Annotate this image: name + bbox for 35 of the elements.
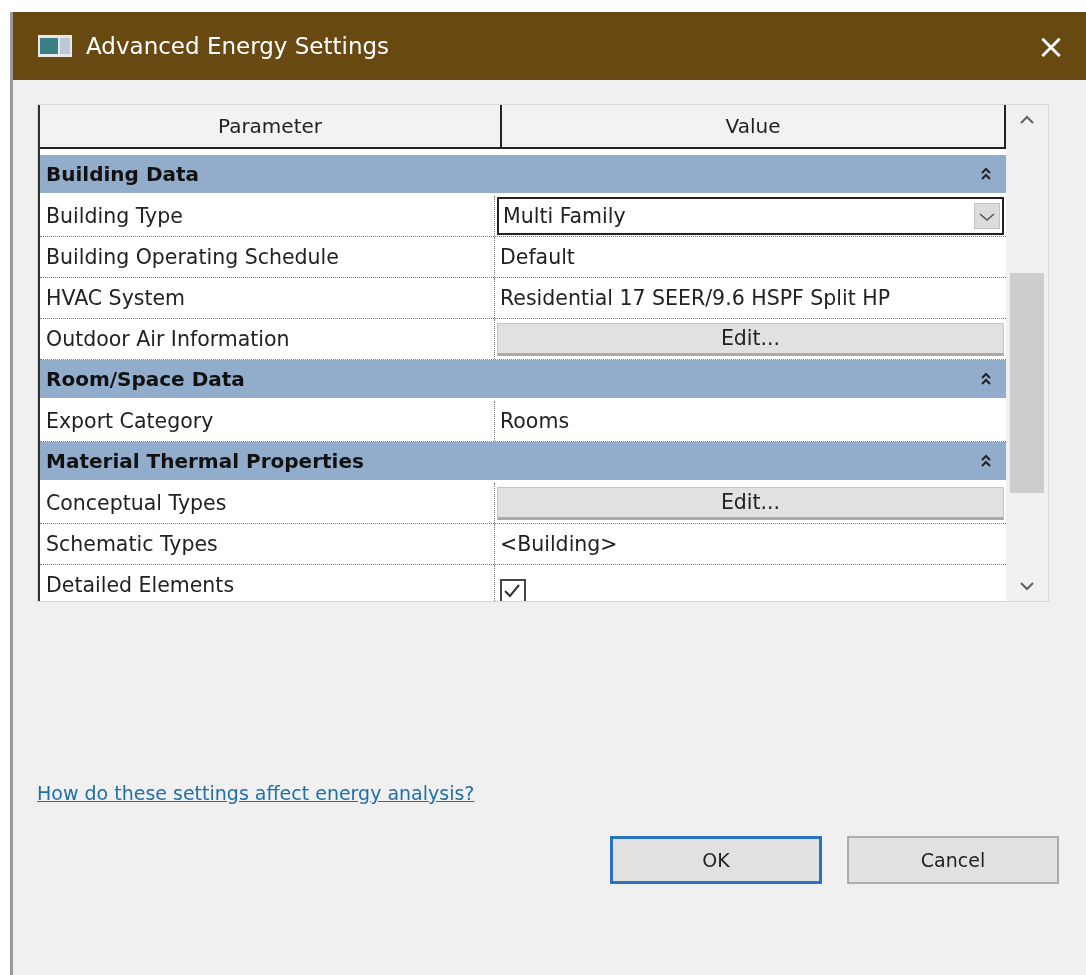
help-link[interactable]: How do these settings affect energy analysis? [37,782,475,804]
checkbox[interactable] [500,579,526,601]
dropdown-field[interactable]: Multi Family [497,197,1004,235]
parameter-cell: Building Operating Schedule [40,237,495,277]
collapse-icon[interactable] [980,454,992,468]
parameter-cell: Building Type [40,196,495,236]
parameter-cell: Detailed Elements [40,565,495,601]
value-cell-text: Default [499,245,575,269]
edit-button[interactable]: Edit... [497,322,1004,356]
value-cell-text: Rooms [499,409,570,433]
value-cell-text: <Building> [499,532,618,556]
scroll-up-icon[interactable] [1019,115,1035,125]
parameter-cell: HVAC System [40,278,495,318]
ok-button[interactable]: OK [610,836,822,884]
scrollbar-thumb[interactable] [1010,273,1044,493]
parameter-cell: Conceptual Types [40,483,495,523]
dropdown-arrow-icon[interactable] [974,203,1000,229]
collapse-icon[interactable] [980,372,992,386]
parameter-cell: Export Category [40,401,495,441]
parameter-cell: Outdoor Air Information [40,319,495,359]
scrollbar[interactable] [1006,105,1048,601]
column-header[interactable]: Parameter [40,105,502,147]
dropdown-value: Multi Family [503,204,626,228]
window-icon [38,35,72,57]
section-header: Room/Space Data [46,367,245,391]
collapse-icon[interactable] [980,167,992,181]
scroll-down-icon[interactable] [1019,581,1035,591]
value-cell-text: Residential 17 SEER/9.6 HSPF Split HP [499,286,891,310]
close-button[interactable]: × [1016,16,1086,76]
parameter-cell: Schematic Types [40,524,495,564]
window-title: Advanced Energy Settings [86,33,391,59]
edit-button[interactable]: Edit... [497,486,1004,520]
cancel-button[interactable]: Cancel [847,836,1059,884]
section-header: Building Data [46,162,200,186]
section-header: Material Thermal Properties [46,449,364,473]
